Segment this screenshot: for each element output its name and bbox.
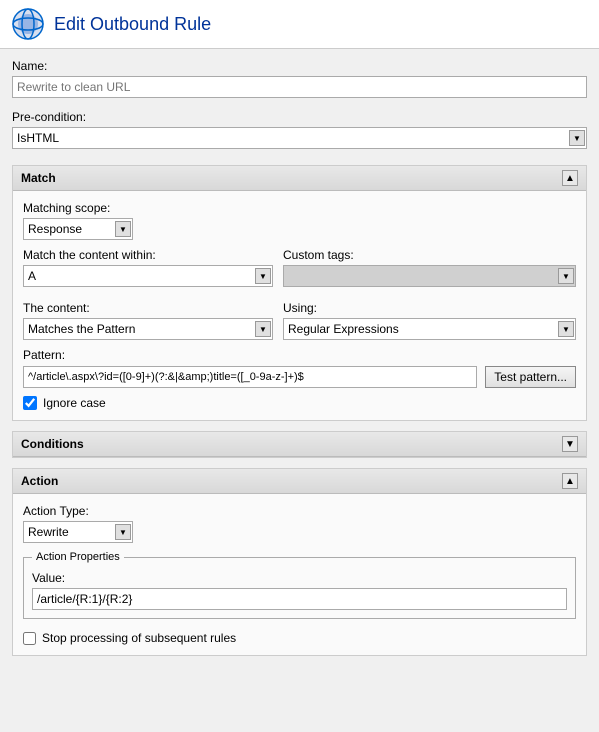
conditions-section-header[interactable]: Conditions ▼ xyxy=(13,432,586,457)
stop-processing-row: Stop processing of subsequent rules xyxy=(23,631,576,645)
action-properties-group: Action Properties Value: xyxy=(23,551,576,619)
content-type-col: The content: Matches the Pattern ▼ xyxy=(23,301,273,340)
action-section-body: Action Type: Rewrite ▼ Action Properties… xyxy=(13,494,586,655)
content-within-label: Match the content within: xyxy=(23,248,273,262)
conditions-panel: Conditions ▼ xyxy=(12,431,587,458)
content-select[interactable]: Matches the Pattern xyxy=(23,318,273,340)
pattern-row: Test pattern... xyxy=(23,366,576,388)
name-label: Name: xyxy=(12,59,587,73)
value-input[interactable] xyxy=(32,588,567,610)
page-header: Edit Outbound Rule xyxy=(0,0,599,49)
matching-scope-label: Matching scope: xyxy=(23,201,576,215)
test-pattern-button[interactable]: Test pattern... xyxy=(485,366,576,388)
custom-tags-select[interactable] xyxy=(283,265,576,287)
custom-tags-col: Custom tags: ▼ xyxy=(283,248,576,287)
custom-tags-select-wrapper: ▼ xyxy=(283,265,576,287)
action-type-label: Action Type: xyxy=(23,504,576,518)
conditions-collapse-button[interactable]: ▼ xyxy=(562,436,578,452)
custom-tags-label: Custom tags: xyxy=(283,248,576,262)
matching-scope-select[interactable]: Response xyxy=(23,218,133,240)
value-label: Value: xyxy=(32,571,567,585)
pattern-input[interactable] xyxy=(23,366,477,388)
action-collapse-button[interactable]: ▲ xyxy=(562,473,578,489)
precondition-select[interactable]: IsHTML xyxy=(12,127,587,149)
precondition-section: Pre-condition: IsHTML ▼ xyxy=(12,110,587,149)
stop-processing-checkbox[interactable] xyxy=(23,632,36,645)
action-section-header[interactable]: Action ▲ xyxy=(13,469,586,494)
match-section-body: Matching scope: Response ▼ Match the con… xyxy=(13,191,586,420)
match-section-header[interactable]: Match ▲ xyxy=(13,166,586,191)
ignore-case-row: Ignore case xyxy=(23,396,576,410)
match-section-title: Match xyxy=(21,171,56,185)
action-section-title: Action xyxy=(21,474,58,488)
using-col: Using: Regular Expressions ▼ xyxy=(283,301,576,340)
using-select-wrapper: Regular Expressions ▼ xyxy=(283,318,576,340)
action-type-select[interactable]: Rewrite xyxy=(23,521,133,543)
content-within-select-wrapper: A ▼ xyxy=(23,265,273,287)
content-within-col: Match the content within: A ▼ xyxy=(23,248,273,287)
name-section: Name: xyxy=(12,59,587,98)
match-collapse-button[interactable]: ▲ xyxy=(562,170,578,186)
match-panel: Match ▲ Matching scope: Response ▼ Match… xyxy=(12,165,587,421)
ignore-case-label: Ignore case xyxy=(43,396,106,410)
action-type-select-wrapper: Rewrite ▼ xyxy=(23,521,133,543)
pattern-label: Pattern: xyxy=(23,348,576,362)
content-within-row: Match the content within: A ▼ Custom tag… xyxy=(23,248,576,287)
precondition-select-wrapper: IsHTML ▼ xyxy=(12,127,587,149)
stop-processing-label: Stop processing of subsequent rules xyxy=(42,631,236,645)
using-select[interactable]: Regular Expressions xyxy=(283,318,576,340)
matching-scope-row: Matching scope: Response ▼ xyxy=(23,201,576,240)
content-select-wrapper: Matches the Pattern ▼ xyxy=(23,318,273,340)
content-using-row: The content: Matches the Pattern ▼ Using… xyxy=(23,301,576,340)
conditions-section-title: Conditions xyxy=(21,437,84,451)
content-label: The content: xyxy=(23,301,273,315)
ignore-case-checkbox[interactable] xyxy=(23,396,37,410)
precondition-label: Pre-condition: xyxy=(12,110,587,124)
name-input[interactable] xyxy=(12,76,587,98)
app-icon xyxy=(12,8,44,40)
action-panel: Action ▲ Action Type: Rewrite ▼ Action P… xyxy=(12,468,587,656)
action-type-row: Action Type: Rewrite ▼ xyxy=(23,504,576,543)
action-properties-legend: Action Properties xyxy=(32,551,124,563)
pattern-section: Pattern: Test pattern... xyxy=(23,348,576,388)
page-title: Edit Outbound Rule xyxy=(54,14,211,35)
content-within-select[interactable]: A xyxy=(23,265,273,287)
using-label: Using: xyxy=(283,301,576,315)
matching-scope-select-wrapper: Response ▼ xyxy=(23,218,133,240)
